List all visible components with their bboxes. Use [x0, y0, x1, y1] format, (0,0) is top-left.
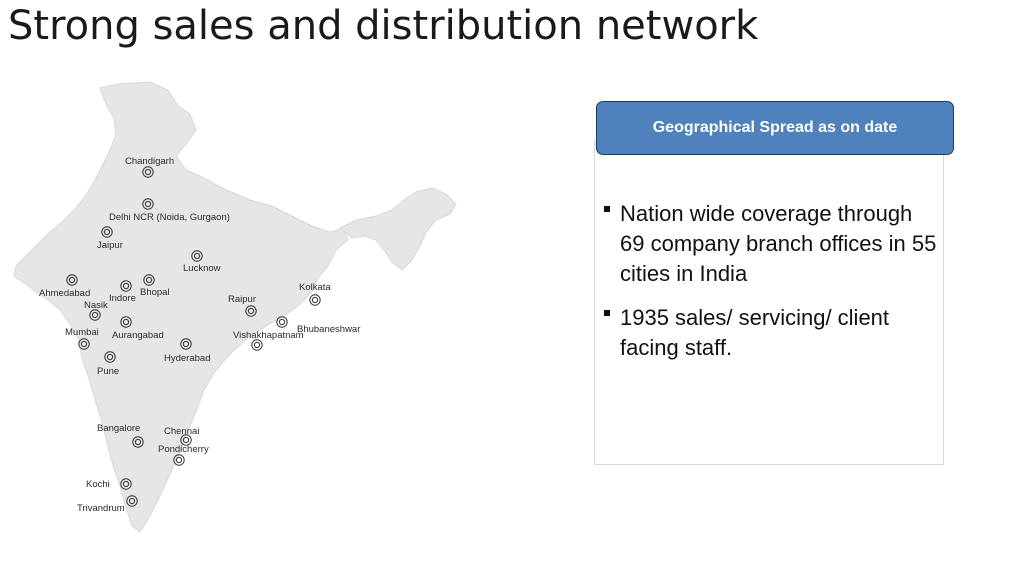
location-target-icon	[126, 495, 138, 507]
city-label: Kochi	[86, 479, 110, 490]
city-chandigarh: Chandigarh	[125, 157, 174, 178]
geographical-spread-header-text: Geographical Spread as on date	[652, 119, 898, 136]
city-vishakhapatnam: Vishakhapatnam	[233, 331, 304, 351]
location-target-icon	[191, 250, 203, 262]
city-label: Raipur	[228, 294, 256, 305]
bullet-item: 1935 sales/ servicing/ client facing sta…	[604, 303, 940, 363]
bullet-square-icon	[604, 206, 610, 212]
city-label: Chandigarh	[125, 156, 175, 167]
city-chennai: Chennai	[164, 427, 199, 446]
location-target-icon	[173, 454, 185, 466]
city-jaipur: Jaipur	[97, 226, 123, 250]
location-target-icon	[245, 305, 257, 317]
location-target-icon	[120, 478, 132, 490]
bullet-square-icon	[604, 310, 610, 316]
city-raipur: Raipur	[228, 295, 257, 317]
india-northeast	[339, 187, 457, 271]
bullet-text: 1935 sales/ servicing/ client facing sta…	[620, 305, 890, 360]
location-target-icon	[104, 351, 116, 363]
city-trivandrum: Trivandrum	[77, 495, 138, 513]
city-kochi: Kochi	[86, 478, 132, 490]
city-label: Bhubaneshwar	[297, 324, 361, 335]
city-pondicherry: Pondicherry	[158, 445, 209, 466]
location-target-icon	[309, 294, 321, 306]
city-label: Hyderabad	[164, 353, 211, 364]
city-ahmedabad: Ahmedabad	[39, 274, 90, 298]
city-label: Trivandrum	[77, 503, 125, 514]
city-label: Ahmedabad	[39, 288, 91, 299]
city-label: Chennai	[164, 426, 200, 437]
city-aurangabad: Aurangabad	[112, 316, 164, 340]
location-target-icon	[142, 198, 154, 210]
location-target-icon	[276, 316, 288, 328]
city-label: Mumbai	[65, 327, 99, 338]
city-label: Lucknow	[183, 263, 221, 274]
city-label: Aurangabad	[112, 330, 164, 341]
city-bangalore: Bangalore	[97, 424, 144, 448]
coverage-bullet-list: Nation wide coverage through 69 company …	[604, 199, 940, 377]
city-label: Pondicherry	[158, 444, 209, 455]
city-label: Bhopal	[140, 287, 170, 298]
location-target-icon	[78, 338, 90, 350]
city-label: Bangalore	[97, 423, 141, 434]
location-target-icon	[132, 436, 144, 448]
location-target-icon	[180, 338, 192, 350]
city-kolkata: Kolkata	[299, 283, 331, 306]
location-target-icon	[101, 226, 113, 238]
location-target-icon	[120, 316, 132, 328]
city-label: Vishakhapatnam	[233, 330, 304, 341]
location-target-icon	[66, 274, 78, 286]
location-target-icon	[142, 166, 154, 178]
city-nasik: Nasik	[84, 301, 108, 321]
city-label: Indore	[109, 293, 136, 304]
india-map: Chandigarh Delhi NCR (Noida, Gurgaon) Jaip…	[0, 70, 520, 550]
city-label: Delhi NCR (Noida, Gurgaon)	[109, 212, 230, 223]
city-hyderabad: Hyderabad	[164, 338, 210, 363]
city-label: Nasik	[84, 300, 108, 311]
city-delhi: Delhi NCR (Noida, Gurgaon)	[109, 198, 230, 222]
location-target-icon	[120, 280, 132, 292]
bullet-item: Nation wide coverage through 69 company …	[604, 199, 940, 289]
city-pune: Pune	[97, 351, 119, 376]
city-bhopal: Bhopal	[140, 274, 170, 297]
city-bhubaneshwar: Bhubaneshwar	[276, 316, 360, 334]
city-indore: Indore	[109, 280, 136, 303]
location-target-icon	[143, 274, 155, 286]
slide-title: Strong sales and distribution network	[8, 3, 759, 49]
city-mumbai: Mumbai	[65, 328, 99, 350]
city-label: Pune	[97, 366, 120, 377]
bullet-text: Nation wide coverage through 69 company …	[620, 201, 937, 286]
city-label: Jaipur	[97, 240, 123, 251]
city-lucknow: Lucknow	[183, 250, 221, 273]
city-label: Kolkata	[299, 282, 331, 293]
india-map-shape	[13, 81, 457, 533]
geographical-spread-header: Geographical Spread as on date	[596, 101, 954, 155]
